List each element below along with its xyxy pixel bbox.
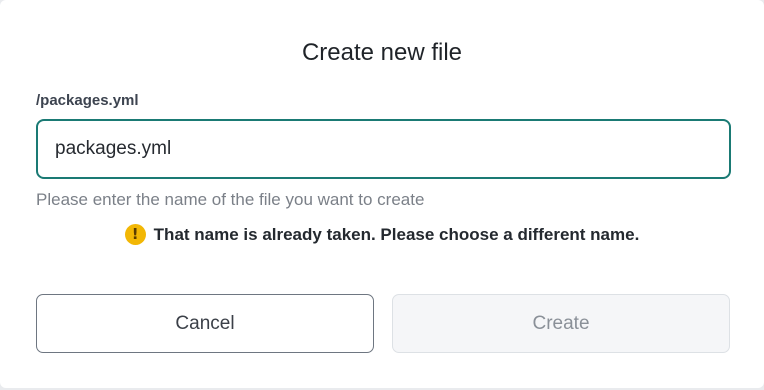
filename-hint: Please enter the name of the file you wa… (36, 190, 425, 209)
filename-input[interactable] (38, 121, 729, 177)
file-path-label: /packages.yml (36, 92, 139, 109)
create-button[interactable]: Create (392, 294, 730, 353)
cancel-button[interactable]: Cancel (36, 294, 374, 353)
warning-icon: ! (124, 224, 146, 245)
filename-input-wrapper (36, 119, 731, 179)
error-message: ! That name is already taken. Please cho… (0, 224, 764, 245)
create-file-dialog: Create new file /packages.yml Please ent… (0, 0, 764, 388)
error-text: That name is already taken. Please choos… (153, 224, 640, 244)
dialog-title: Create new file (301, 39, 463, 66)
